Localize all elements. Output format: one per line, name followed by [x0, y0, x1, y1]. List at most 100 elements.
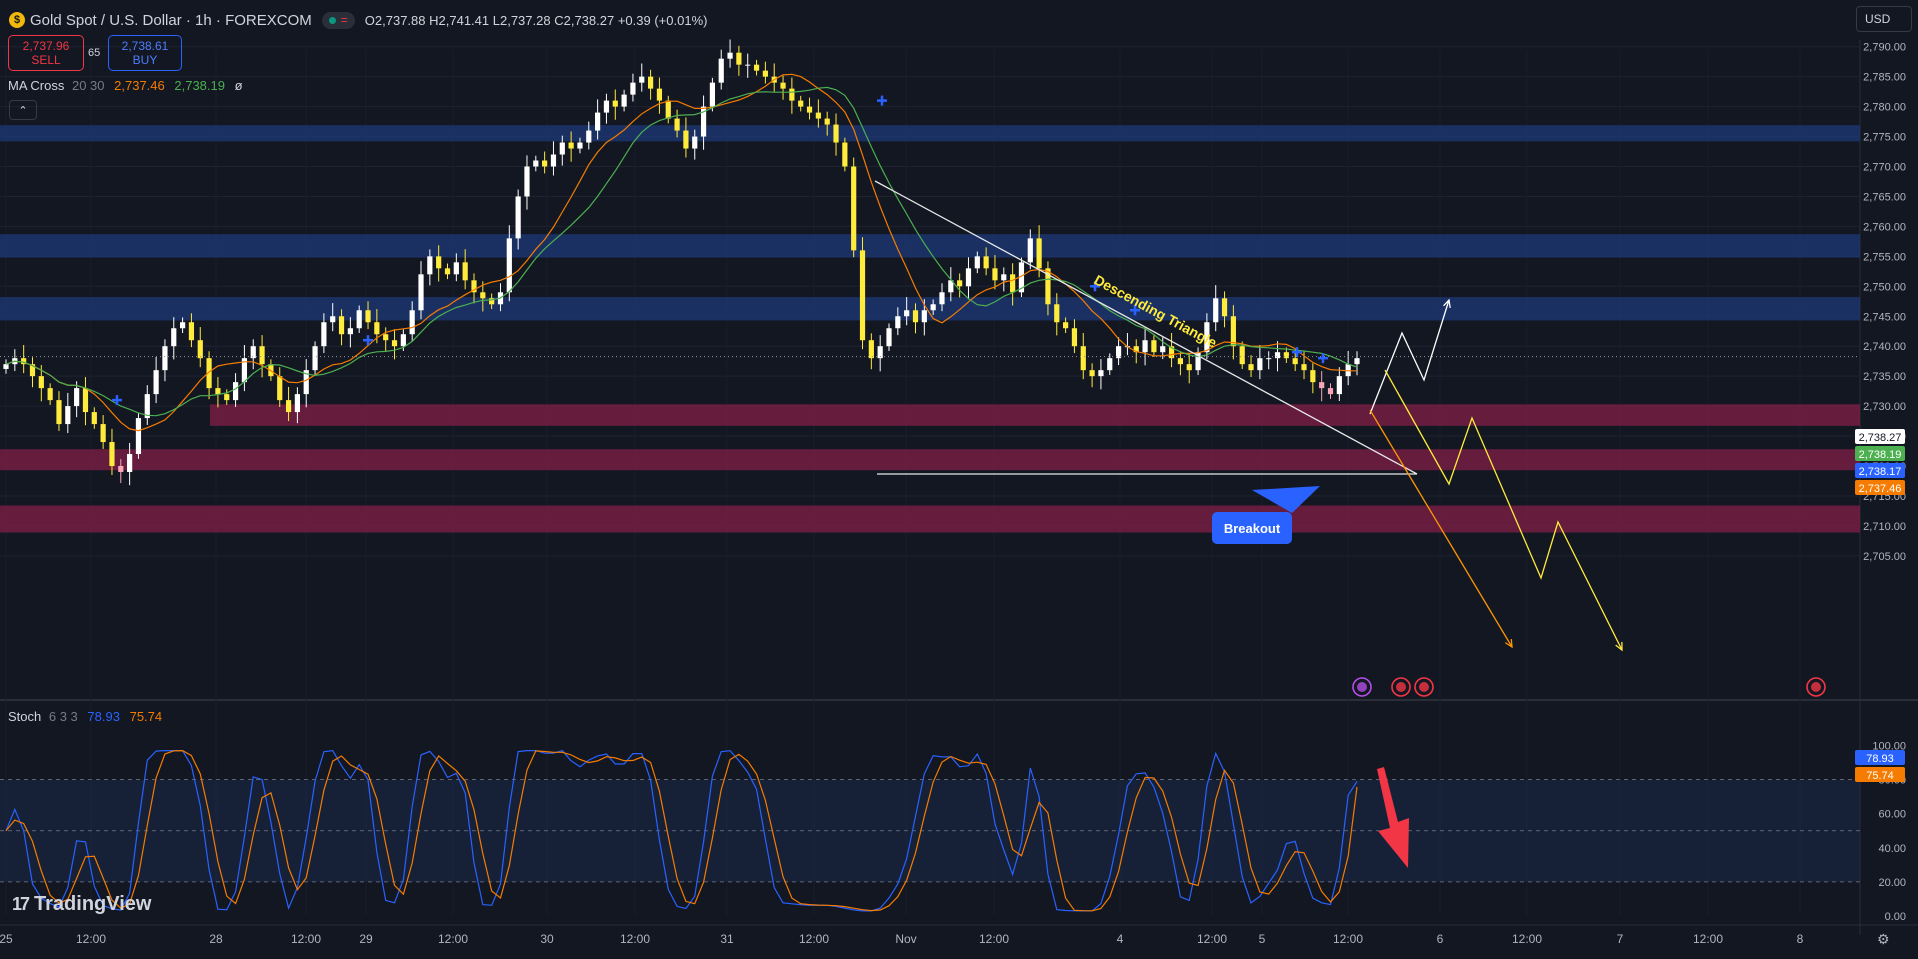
candle-body — [886, 328, 892, 347]
candle-body — [842, 142, 848, 167]
currency-selector[interactable]: USD — [1856, 6, 1912, 32]
candle-body — [1142, 340, 1148, 353]
candle-body — [630, 82, 636, 95]
candle-body — [656, 88, 663, 101]
candle-body — [674, 118, 680, 131]
candle-body — [215, 388, 221, 395]
candle-body — [171, 328, 177, 347]
candle-body — [338, 316, 345, 335]
candle-body — [621, 94, 627, 107]
stoch-k-label: 78.93 — [1855, 750, 1905, 765]
candle-body — [1327, 388, 1334, 395]
stoch-name: Stoch — [8, 709, 42, 724]
candle — [842, 137, 848, 172]
candle-body — [418, 274, 424, 311]
candle-body — [965, 268, 972, 287]
candle-body — [391, 340, 398, 347]
candle-body — [1027, 238, 1033, 263]
stoch-tick-label: 60.00 — [1878, 809, 1906, 821]
ma-fast-value: 2,737.46 — [114, 78, 165, 93]
candle-body — [780, 82, 786, 89]
candle — [135, 413, 142, 459]
candle-body — [1063, 322, 1069, 329]
time-tick-label: 25 — [0, 932, 13, 946]
price-tick-label: 2,750.00 — [1863, 281, 1906, 293]
candle-body — [1036, 238, 1042, 269]
candle-body — [806, 106, 813, 113]
candle-body — [1319, 382, 1325, 389]
candle-body — [868, 340, 874, 359]
collapse-legend-button[interactable]: ⌃ — [9, 100, 37, 120]
candle-body — [436, 256, 442, 269]
dot — [1419, 682, 1429, 692]
price-label-text: 2,738.19 — [1859, 449, 1902, 461]
ma-cross-legend[interactable]: MA Cross 20 30 2,737.46 2,738.19 ø — [8, 78, 243, 93]
candle-body — [250, 346, 256, 359]
candle-body — [612, 100, 618, 107]
candle-body — [180, 322, 186, 329]
stoch-legend[interactable]: Stoch 6 3 3 78.93 75.74 — [8, 709, 162, 724]
supply-zone-2 — [0, 234, 1860, 258]
high-value: 2,741.41 — [438, 12, 490, 28]
time-tick-label: 12:00 — [799, 932, 829, 946]
time-tick-label: 12:00 — [1512, 932, 1542, 946]
time-tick-label: 12:00 — [1197, 932, 1227, 946]
candle-body — [1151, 340, 1157, 353]
price-tick-label: 2,755.00 — [1863, 251, 1906, 263]
time-tick-label: 30 — [540, 932, 554, 946]
candle-body — [1010, 274, 1016, 293]
candle-body — [1310, 370, 1316, 383]
candle-body — [1257, 358, 1263, 371]
candle — [312, 341, 318, 375]
candle-body — [127, 454, 133, 472]
candle-body — [427, 256, 433, 275]
market-status-pill[interactable]: = — [321, 11, 355, 29]
candle-body — [1292, 358, 1298, 365]
settings-gear-icon[interactable]: ⚙ — [1877, 931, 1890, 948]
candle-body — [930, 304, 936, 311]
chevron-up-icon: ⌃ — [18, 104, 28, 117]
candle-body — [1071, 328, 1078, 347]
change-value: +0.39 (+0.01%) — [617, 12, 708, 28]
candle-body — [65, 406, 71, 425]
candle-body — [974, 256, 980, 269]
price-tick-label: 2,770.00 — [1863, 162, 1906, 174]
candle-body — [91, 412, 97, 425]
candle-body — [727, 52, 733, 59]
candle-body — [188, 322, 195, 341]
candle-body — [1098, 370, 1104, 377]
time-tick-label: 12:00 — [1693, 932, 1723, 946]
candle-body — [1283, 352, 1289, 359]
candle-body — [197, 340, 203, 359]
candle-body — [1089, 370, 1095, 377]
price-tick-label: 2,745.00 — [1863, 311, 1906, 323]
sell-button[interactable]: 2,737.96 SELL — [8, 35, 84, 71]
demand-zone-3 — [0, 505, 1860, 533]
price-label-text: 2,737.46 — [1859, 483, 1902, 495]
candle-body — [38, 376, 44, 389]
candle-body — [753, 64, 760, 71]
candle-body — [82, 388, 89, 413]
candle-body — [1107, 358, 1113, 371]
market-open-dot-icon — [328, 16, 336, 24]
candle — [859, 237, 866, 350]
candle-body — [1054, 304, 1060, 323]
buy-button[interactable]: 2,738.61 BUY — [108, 35, 182, 71]
chart-header: $ Gold Spot / U.S. Dollar · 1h · FOREXCO… — [0, 0, 707, 40]
time-tick-label: 12:00 — [1333, 932, 1363, 946]
candle-body — [595, 112, 601, 131]
time-tick-label: 7 — [1617, 932, 1624, 946]
candle-body — [1221, 298, 1228, 317]
ma-slow-value: 2,738.19 — [174, 78, 225, 93]
time-tick-label: 28 — [209, 932, 223, 946]
price-tick-label: 2,710.00 — [1863, 521, 1906, 533]
candle-body — [162, 346, 168, 371]
candle-body — [312, 346, 318, 371]
high-label: H — [429, 12, 439, 28]
symbol-title[interactable]: Gold Spot / U.S. Dollar · 1h · FOREXCOM — [30, 12, 312, 29]
demand-zone-2 — [0, 449, 1860, 471]
candle-body — [647, 76, 654, 89]
spread-value: 65 — [88, 47, 101, 59]
chart-canvas[interactable]: Descending TriangleBreakout2,705.002,710… — [0, 0, 1918, 959]
price-tick-label: 2,780.00 — [1863, 102, 1906, 114]
